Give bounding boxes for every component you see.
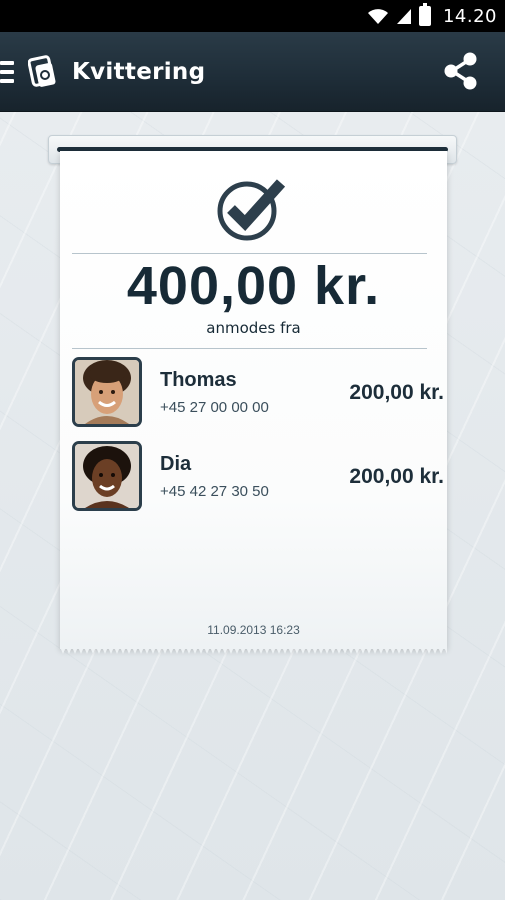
avatar-photo bbox=[75, 444, 139, 508]
signal-icon bbox=[396, 9, 411, 24]
avatar-photo bbox=[75, 360, 139, 424]
person-phone: +45 27 00 00 00 bbox=[160, 399, 269, 416]
list-item[interactable]: Thomas +45 27 00 00 00 200,00 kr. bbox=[72, 357, 444, 427]
wifi-icon bbox=[367, 9, 388, 24]
person-amount: 200,00 kr. bbox=[349, 465, 444, 488]
checkmark-icon bbox=[217, 179, 286, 241]
status-time: 14.20 bbox=[442, 5, 497, 27]
share-icon bbox=[444, 52, 477, 90]
receipt-torn-edge bbox=[60, 647, 447, 654]
person-amount: 200,00 kr. bbox=[349, 381, 444, 404]
receipt: 400,00 kr. anmodes fra Thomas +45 27 00 … bbox=[60, 151, 447, 649]
person-name: Dia bbox=[160, 453, 192, 475]
receipt-timestamp: 11.09.2013 16:23 bbox=[207, 623, 300, 637]
list-item[interactable]: Dia +45 42 27 30 50 200,00 kr. bbox=[72, 441, 444, 511]
person-name: Thomas bbox=[160, 369, 237, 391]
status-bar: 14.20 bbox=[0, 0, 505, 32]
action-bar: Kvittering bbox=[0, 32, 505, 112]
avatar bbox=[72, 357, 142, 427]
requested-from-label: anmodes fra bbox=[206, 319, 301, 337]
share-button[interactable] bbox=[439, 49, 483, 93]
divider bbox=[72, 253, 427, 254]
app-logo-icon[interactable] bbox=[28, 54, 58, 89]
total-amount: 400,00 kr. bbox=[126, 256, 381, 316]
person-phone: +45 42 27 30 50 bbox=[160, 483, 269, 500]
divider bbox=[72, 348, 427, 349]
page-title: Kvittering bbox=[72, 58, 206, 85]
avatar bbox=[72, 441, 142, 511]
hamburger-icon[interactable] bbox=[0, 60, 14, 83]
battery-icon bbox=[418, 3, 431, 26]
